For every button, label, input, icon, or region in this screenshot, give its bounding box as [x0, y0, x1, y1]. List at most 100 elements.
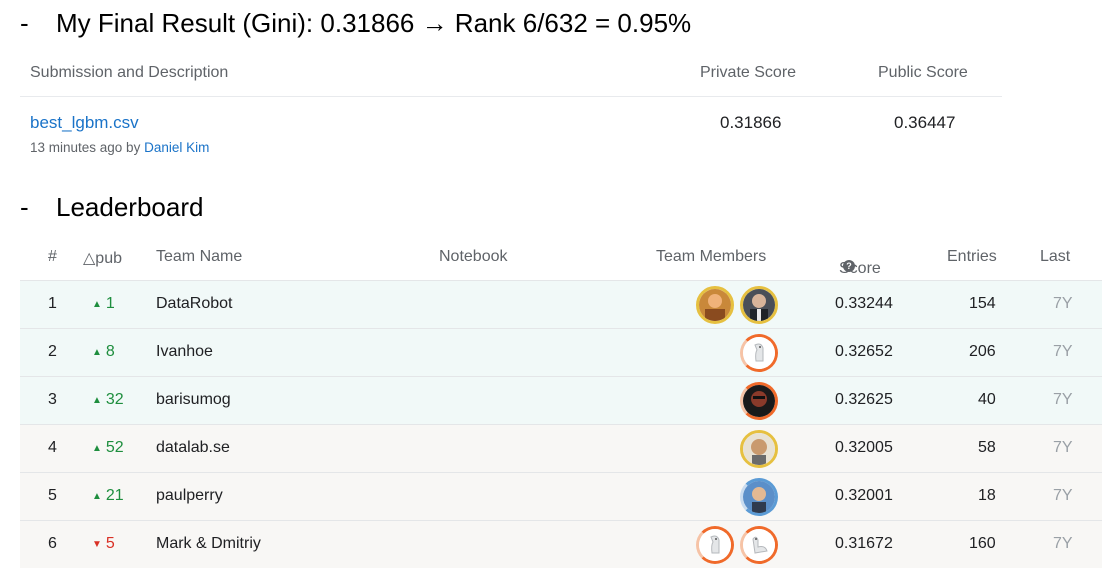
col-last[interactable]: Last — [1040, 248, 1070, 266]
col-team-members: Team Members — [656, 248, 767, 265]
leaderboard-title: Leaderboard — [56, 192, 204, 222]
delta-cell: ▲ 32 — [92, 391, 124, 409]
team-name-cell[interactable]: Ivanhoe — [156, 343, 213, 361]
person-photo-icon — [743, 433, 775, 465]
help-icon[interactable]: ? — [843, 260, 855, 272]
rank-cell: 2 — [48, 343, 57, 360]
delta-value: 32 — [105, 391, 124, 408]
final-result-text: My Final Result (Gini): 0.31866 → Rank 6… — [56, 8, 692, 38]
bullet-dash: - — [20, 8, 29, 38]
col-public-score: Public Score — [878, 64, 968, 81]
submission-file-link[interactable]: best_lgbm.csv — [30, 113, 139, 133]
team-members-avatars — [740, 430, 778, 468]
entries-cell: 18 — [978, 487, 996, 504]
goose-icon — [743, 529, 775, 561]
team-members-avatars — [696, 286, 778, 324]
team-members-avatars — [740, 478, 778, 516]
submission-table: Submission and Description Private Score… — [20, 52, 1002, 169]
private-score-value: 0.31866 — [720, 113, 782, 132]
person-photo-icon — [699, 289, 731, 321]
triangle-down-icon: ▼ — [92, 539, 102, 550]
member-avatar[interactable] — [740, 286, 778, 324]
team-name-cell[interactable]: DataRobot — [156, 295, 233, 313]
last-cell: 7Y — [1053, 391, 1073, 408]
member-avatar[interactable] — [740, 526, 778, 564]
bullet-dash: - — [20, 192, 29, 222]
col-submission: Submission and Description — [30, 64, 229, 81]
member-avatar[interactable] — [696, 286, 734, 324]
entries-cell: 40 — [978, 391, 996, 408]
last-cell: 7Y — [1053, 343, 1073, 360]
submission-table-header: Submission and Description Private Score… — [20, 52, 1002, 97]
goose-icon — [743, 337, 775, 369]
leaderboard-row: 5 ▲ 21 paulperry 0.32001 18 7Y — [20, 472, 1102, 520]
person-photo-icon — [743, 481, 775, 513]
member-avatar[interactable] — [740, 478, 778, 516]
col-rank[interactable]: # — [48, 248, 57, 266]
delta-cell: ▲ 52 — [92, 439, 124, 457]
col-private-score: Private Score — [700, 64, 797, 81]
person-photo-icon — [743, 289, 775, 321]
score-cell: 0.33244 — [835, 295, 893, 312]
team-members-avatars — [740, 382, 778, 420]
score-cell: 0.32652 — [835, 343, 893, 360]
leaderboard-heading: - Leaderboard — [20, 192, 203, 223]
score-cell: 0.32625 — [835, 391, 893, 408]
rank-cell: 6 — [48, 535, 57, 552]
delta-value: 52 — [105, 439, 124, 456]
entries-cell: 58 — [978, 439, 996, 456]
member-avatar[interactable] — [696, 526, 734, 564]
team-members-avatars — [740, 334, 778, 372]
leaderboard-row: 1 ▲ 1 DataRobot 0.33244 154 7Y — [20, 280, 1102, 328]
rank-cell: 3 — [48, 391, 57, 408]
delta-value: 8 — [105, 343, 115, 360]
entries-cell: 154 — [969, 295, 996, 312]
member-avatar[interactable] — [740, 430, 778, 468]
delta-cell: ▲ 1 — [92, 295, 115, 313]
delta-cell: ▲ 8 — [92, 343, 115, 361]
team-name-cell[interactable]: Mark & Dmitriy — [156, 535, 261, 553]
score-cell: 0.32005 — [835, 439, 893, 456]
person-photo-icon — [743, 385, 775, 417]
delta-value: 21 — [105, 487, 124, 504]
team-name-cell[interactable]: barisumog — [156, 391, 231, 409]
rank-cell: 4 — [48, 439, 57, 456]
submission-time: 13 minutes ago by — [30, 140, 141, 155]
score-cell: 0.31672 — [835, 535, 893, 552]
rank-cell: 1 — [48, 295, 57, 312]
member-avatar[interactable] — [740, 382, 778, 420]
final-result-heading: - My Final Result (Gini): 0.31866 → Rank… — [20, 8, 691, 39]
triangle-up-icon: ▲ — [92, 347, 102, 358]
leaderboard-row: 4 ▲ 52 datalab.se 0.32005 58 7Y — [20, 424, 1102, 472]
leaderboard-row: 3 ▲ 32 barisumog 0.32625 40 7Y — [20, 376, 1102, 424]
delta-cell: ▼ 5 — [92, 535, 115, 553]
leaderboard-row: 2 ▲ 8 Ivanhoe 0.32652 206 7Y — [20, 328, 1102, 376]
team-name-cell[interactable]: paulperry — [156, 487, 223, 505]
entries-cell: 206 — [969, 343, 996, 360]
team-members-avatars — [696, 526, 778, 564]
leaderboard-table: # △pub Team Name Notebook Team Members S… — [20, 236, 1102, 568]
public-score-value: 0.36447 — [894, 113, 956, 132]
last-cell: 7Y — [1053, 535, 1073, 552]
leaderboard-header: # △pub Team Name Notebook Team Members S… — [20, 236, 1102, 280]
col-delta-pub[interactable]: △pub — [83, 248, 122, 268]
triangle-up-icon: ▲ — [92, 443, 102, 454]
last-cell: 7Y — [1053, 439, 1073, 456]
member-avatar[interactable] — [740, 334, 778, 372]
submission-user-link[interactable]: Daniel Kim — [144, 140, 209, 155]
entries-cell: 160 — [969, 535, 996, 552]
col-team-name[interactable]: Team Name — [156, 248, 242, 266]
last-cell: 7Y — [1053, 295, 1073, 312]
delta-value: 5 — [105, 535, 115, 552]
col-notebook: Notebook — [439, 248, 508, 265]
team-name-cell[interactable]: datalab.se — [156, 439, 230, 457]
last-cell: 7Y — [1053, 487, 1073, 504]
rank-cell: 5 — [48, 487, 57, 504]
goose-icon — [699, 529, 731, 561]
submission-meta: 13 minutes ago by Daniel Kim — [30, 140, 209, 155]
triangle-up-icon: ▲ — [92, 299, 102, 310]
submission-row: best_lgbm.csv 13 minutes ago by Daniel K… — [20, 97, 1002, 169]
col-entries[interactable]: Entries — [947, 248, 997, 266]
score-cell: 0.32001 — [835, 487, 893, 504]
triangle-up-icon: ▲ — [92, 395, 102, 406]
